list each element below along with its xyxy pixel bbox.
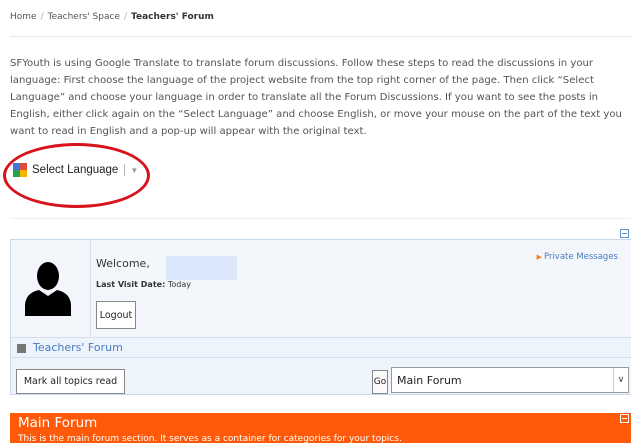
last-visit-value: Today	[167, 280, 191, 289]
collapse-icon[interactable]	[620, 229, 629, 238]
breadcrumb-separator: /	[40, 12, 44, 22]
collapse-icon[interactable]	[620, 414, 629, 423]
last-visit-info: Last Visit Date: Today	[96, 280, 191, 289]
logout-button[interactable]: Logout	[96, 301, 136, 329]
instruction-line: Language” and choose your language in or…	[10, 92, 599, 103]
private-messages-label: Private Messages	[543, 252, 618, 262]
breadcrumb-separator: /	[124, 12, 128, 22]
instruction-line: want to read in English and a pop-up wil…	[10, 126, 367, 137]
go-button[interactable]: Go	[372, 370, 388, 394]
forum-select-value: Main Forum	[397, 373, 462, 387]
breadcrumb-divider	[10, 36, 631, 37]
breadcrumb: Home / Teachers' Space / Teachers' Forum	[10, 12, 214, 22]
forum-jump-select[interactable]: Main Forum ∨	[391, 367, 629, 393]
main-forum-header: Main Forum This is the main forum sectio…	[10, 413, 631, 443]
forum-title-row: Teachers' Forum	[11, 339, 631, 358]
breadcrumb-home-link[interactable]: Home	[10, 12, 37, 22]
instruction-line: language: First choose the language of t…	[10, 75, 594, 86]
forum-title-link[interactable]: Teachers' Forum	[33, 341, 123, 354]
instruction-line: English, either click again on the “Sele…	[10, 109, 622, 120]
instruction-line: SFYouth is using Google Translate to tra…	[10, 58, 594, 69]
section-divider	[10, 218, 631, 219]
last-visit-label: Last Visit Date:	[96, 280, 166, 289]
mark-all-read-button[interactable]: Mark all topics read	[16, 369, 125, 394]
arrow-right-icon: ▶	[536, 253, 542, 261]
username-placeholder	[166, 256, 237, 280]
avatar-cell	[11, 240, 91, 338]
breadcrumb-teachers-space-link[interactable]: Teachers' Space	[48, 12, 120, 22]
welcome-greeting: Welcome,	[96, 257, 150, 270]
main-forum-title[interactable]: Main Forum	[18, 415, 97, 431]
translation-instructions: SFYouth is using Google Translate to tra…	[10, 55, 631, 140]
breadcrumb-current: Teachers' Forum	[131, 12, 214, 22]
forum-panel: Welcome, Last Visit Date: Today Logout ▶…	[10, 239, 631, 395]
forum-square-icon	[17, 344, 26, 353]
avatar	[25, 262, 71, 316]
private-messages-link[interactable]: ▶ Private Messages	[537, 252, 618, 262]
welcome-panel: Welcome, Last Visit Date: Today Logout ▶…	[11, 240, 631, 338]
main-forum-description: This is the main forum section. It serve…	[18, 434, 402, 443]
highlight-ellipse	[3, 143, 150, 208]
chevron-down-icon: ∨	[613, 368, 628, 392]
